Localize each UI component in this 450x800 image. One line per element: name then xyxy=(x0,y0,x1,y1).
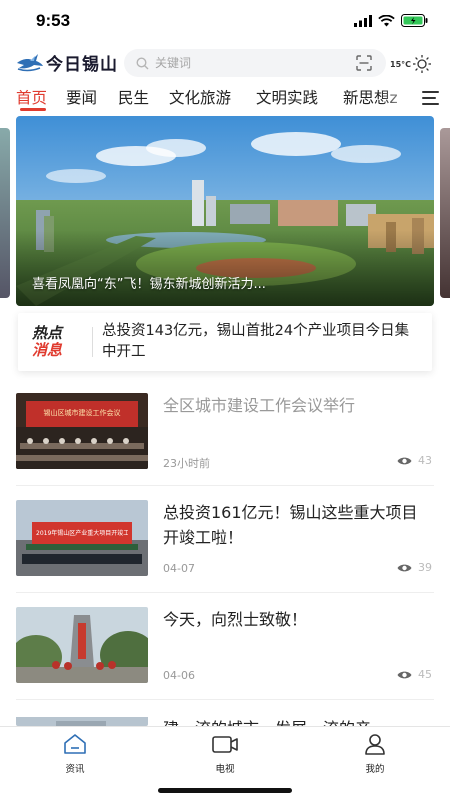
home-icon xyxy=(64,734,86,754)
battery-icon xyxy=(401,14,428,27)
view-count-value: 39 xyxy=(418,561,432,574)
eye-icon xyxy=(397,564,412,571)
nav-tv-label: 电视 xyxy=(215,764,235,775)
nav-news-label: 资讯 xyxy=(65,764,85,775)
eye-icon xyxy=(397,671,412,678)
app-logo: 今日锡山 xyxy=(16,50,118,75)
view-count: 45 xyxy=(397,668,432,681)
hot-news-card[interactable]: 热点 消息 总投资143亿元，锡山首批24个产业项目今日集中开工 xyxy=(18,313,432,371)
tv-icon xyxy=(212,736,238,753)
news-item[interactable]: 建一流的城市，发展一流的产 xyxy=(16,714,434,726)
list-divider xyxy=(16,699,434,700)
thumbnail-banner-text: 2019年锡山区产业重大项目开竣工 xyxy=(36,530,128,537)
logo-text: 今日锡山 xyxy=(46,55,118,74)
search-bar[interactable] xyxy=(124,49,386,77)
list-divider xyxy=(16,592,434,593)
hot-news-text: 总投资143亿元，锡山首批24个产业项目今日集中开工 xyxy=(102,323,410,360)
news-thumbnail xyxy=(16,607,148,683)
weather-widget[interactable]: 15°C xyxy=(390,54,432,74)
list-divider xyxy=(16,485,434,486)
news-title: 今天，向烈士致敬！ xyxy=(163,610,308,629)
search-icon xyxy=(136,56,149,69)
view-count: 43 xyxy=(397,454,432,467)
category-tabs: 首页 要闻 民生 文化旅游 文明实践 新思想z xyxy=(0,82,450,112)
banner-slide[interactable]: 喜看凤凰向“东”飞！锡东新城创新活力... xyxy=(16,116,434,306)
news-item[interactable]: 今天，向烈士致敬！ 04-06 45 xyxy=(16,607,434,695)
tab-livelihood[interactable]: 民生 xyxy=(118,86,149,108)
wifi-icon xyxy=(378,14,395,26)
home-indicator[interactable] xyxy=(158,788,292,793)
tab-headlines[interactable]: 要闻 xyxy=(66,86,97,108)
sun-icon xyxy=(413,55,432,73)
news-date: 23小时前 xyxy=(163,457,210,470)
crane-logo-icon xyxy=(17,53,43,71)
news-item[interactable]: 锡山区城市建设工作会议 全区城市建设工作会议举行 23小时前 43 xyxy=(16,393,434,481)
next-slide-peek[interactable] xyxy=(440,128,450,298)
news-item[interactable]: 2019年锡山区产业重大项目开竣工 总投资161亿元！锡山这些重大项目开竣工啦！… xyxy=(16,500,434,588)
status-bar: 9:53 xyxy=(0,0,450,44)
status-time: 9:53 xyxy=(36,11,71,30)
hot-news-badge: 热点 消息 xyxy=(32,325,76,359)
status-icons xyxy=(354,14,428,27)
search-input[interactable] xyxy=(155,56,335,70)
hot-news-divider xyxy=(92,327,93,357)
badge-line-1: 热点 xyxy=(32,324,63,342)
nav-news[interactable]: 资讯 xyxy=(45,733,105,775)
news-title: 建一流的城市，发展一流的产 xyxy=(163,716,433,726)
previous-slide-peek[interactable] xyxy=(0,128,10,298)
news-thumbnail: 2019年锡山区产业重大项目开竣工 xyxy=(16,500,148,576)
active-tab-indicator xyxy=(20,108,46,111)
menu-icon[interactable] xyxy=(418,88,442,108)
eye-icon xyxy=(397,457,412,464)
view-count-value: 45 xyxy=(418,668,432,681)
signal-icon xyxy=(354,14,372,27)
thumbnail-banner-text: 锡山区城市建设工作会议 xyxy=(43,409,121,417)
temperature: 15°C xyxy=(390,59,412,69)
person-icon xyxy=(365,734,385,755)
app-header: 今日锡山 15°C xyxy=(0,44,450,82)
news-thumbnail: 锡山区城市建设工作会议 xyxy=(16,393,148,469)
news-title: 总投资161亿元！锡山这些重大项目开竣工啦！ xyxy=(163,503,418,547)
badge-line-2: 消息 xyxy=(32,341,63,359)
news-date: 04-06 xyxy=(163,669,195,682)
view-count: 39 xyxy=(397,561,432,574)
tab-civilization-practice[interactable]: 文明实践 xyxy=(256,86,318,108)
news-thumbnail xyxy=(16,714,148,726)
scan-icon[interactable] xyxy=(356,55,372,71)
news-date: 04-07 xyxy=(163,562,195,575)
tab-culture-tourism[interactable]: 文化旅游 xyxy=(169,86,231,108)
view-count-value: 43 xyxy=(418,454,432,467)
news-title: 全区城市建设工作会议举行 xyxy=(163,396,356,415)
banner-caption: 喜看凤凰向“东”飞！锡东新城创新活力... xyxy=(32,277,266,292)
nav-me-label: 我的 xyxy=(365,764,385,775)
nav-me[interactable]: 我的 xyxy=(345,733,405,775)
tab-home[interactable]: 首页 xyxy=(16,86,47,108)
nav-tv[interactable]: 电视 xyxy=(195,733,255,775)
banner-carousel: 喜看凤凰向“东”飞！锡东新城创新活力... xyxy=(0,116,450,306)
tab-fade xyxy=(380,82,420,112)
